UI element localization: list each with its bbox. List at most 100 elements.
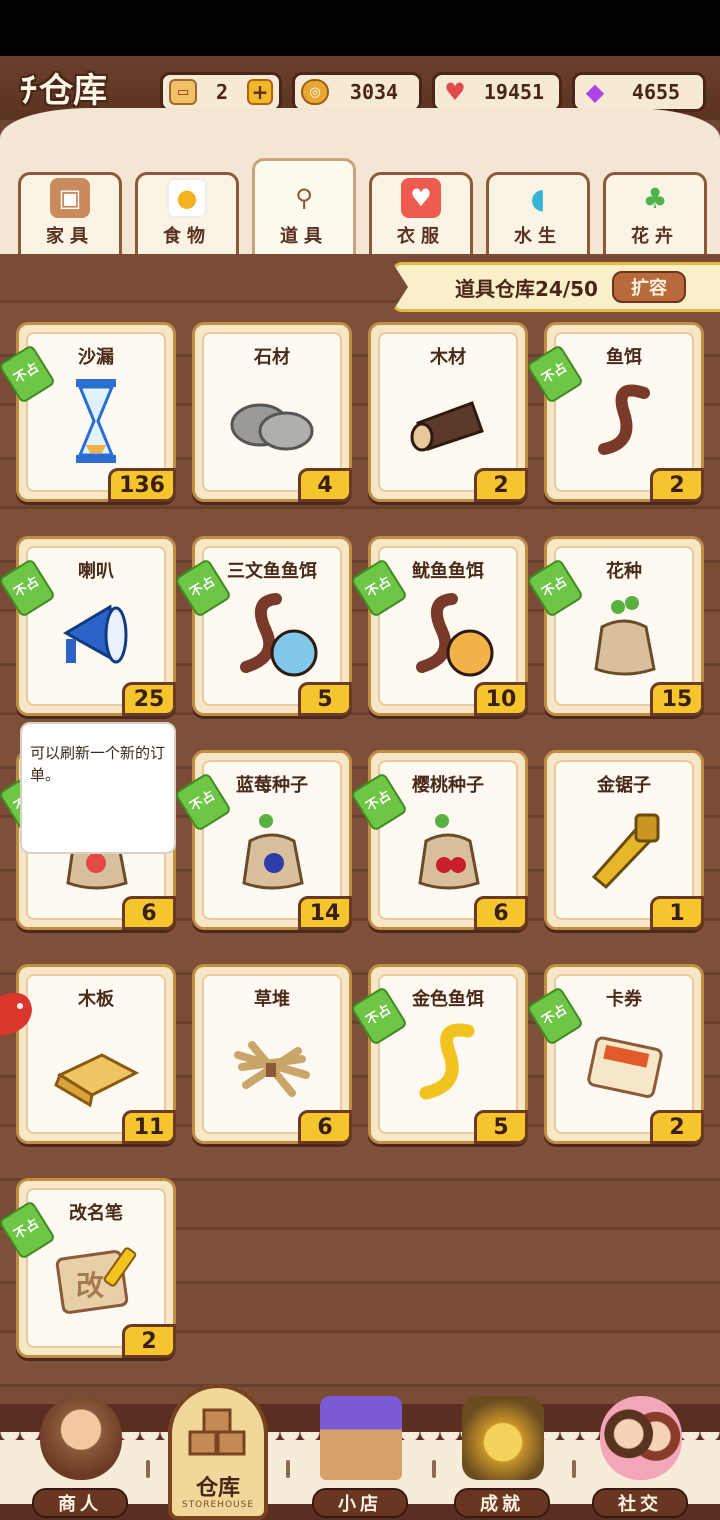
nav-storehouse[interactable]: 仓库 STOREHOUSE [168, 1384, 268, 1520]
item-card[interactable]: 石材 4 [192, 322, 352, 502]
plank-icon [19, 1015, 173, 1111]
tab-label: 道具 [280, 226, 328, 247]
nav-social[interactable]: 社交 [580, 1396, 700, 1520]
heart-counter: ♥ 19451 [432, 72, 562, 112]
nav-pin [146, 1460, 150, 1478]
nav-label: 成就 [454, 1488, 550, 1518]
item-card[interactable]: 鱿鱼鱼饵 10 不占 [349, 536, 528, 716]
item-tooltip: 可以刷新一个新的订单。 [20, 722, 176, 854]
item-count-badge: 14 [298, 896, 352, 930]
shirt-icon: ♥ [401, 178, 441, 218]
item-count-badge: 11 [122, 1110, 176, 1144]
social-icon [600, 1396, 682, 1480]
gem-count: 4655 [631, 80, 681, 104]
swirl-ornament-icon: ﾁ [20, 70, 37, 111]
item-count-badge: 5 [474, 1110, 528, 1144]
achievement-icon [462, 1396, 544, 1480]
tab-label: 食物 [163, 226, 211, 247]
item-card[interactable]: 花种 15 不占 [525, 536, 704, 716]
item-count-badge: 6 [298, 1110, 352, 1144]
item-name: 石材 [254, 347, 290, 368]
storage-capacity-bar: 道具仓库24/50 扩容 [392, 262, 720, 312]
item-count-badge: 136 [108, 468, 176, 502]
item-count-badge: 6 [122, 896, 176, 930]
nav-pin [432, 1460, 436, 1478]
expand-storage-button[interactable]: 扩容 [611, 271, 686, 303]
plant-icon: ♣ [642, 181, 668, 215]
tab-aquatic[interactable]: ◖ 水生 [486, 172, 590, 254]
item-name: 木板 [78, 989, 114, 1010]
item-count-badge: 5 [298, 682, 352, 716]
item-card[interactable]: 木板 11 [16, 964, 176, 1144]
nav-label: 小店 [312, 1488, 408, 1518]
item-card[interactable]: 金色鱼饵 5 不占 [349, 964, 528, 1144]
nav-shop[interactable]: 小店 [300, 1396, 420, 1520]
add-ticket-button[interactable]: + [247, 79, 273, 105]
status-bar [0, 0, 720, 56]
tab-label: 家具 [46, 226, 94, 247]
ticket-counter: ▭ 2 + [160, 72, 282, 112]
nav-sublabel: STOREHOUSE [181, 1500, 255, 1510]
egg-icon: ● [167, 178, 207, 218]
tab-furniture[interactable]: ▣ 家具 [18, 172, 122, 254]
gold-count: 3034 [349, 80, 399, 104]
crawfish-icon [0, 993, 32, 1036]
item-count-badge: 4 [298, 468, 352, 502]
item-count-badge: 2 [650, 1110, 704, 1144]
item-card[interactable]: 鱼饵 2 不占 [525, 322, 704, 502]
tab-flowers[interactable]: ♣ 花卉 [603, 172, 707, 254]
gem-counter: ◆ 4655 [572, 72, 706, 112]
log-icon [371, 373, 525, 469]
gold-counter: ◎ 3034 [292, 72, 422, 112]
nav-label: 商人 [32, 1488, 128, 1518]
item-card[interactable]: 木材 2 [368, 322, 528, 502]
tab-food[interactable]: ● 食物 [135, 172, 239, 254]
haystack-icon [195, 1015, 349, 1111]
gold-coin-icon: ◎ [301, 79, 329, 105]
item-card[interactable]: 草堆 6 [192, 964, 352, 1144]
storage-capacity-text: 道具仓库24/50 [455, 276, 598, 301]
item-name: 草堆 [254, 989, 290, 1010]
item-card[interactable]: 樱桃种子 6 不占 [349, 750, 528, 930]
nav-achievement[interactable]: 成就 [442, 1396, 562, 1520]
item-card[interactable]: 卡券 2 不占 [525, 964, 704, 1144]
tab-tools[interactable]: ⚲ 道具 [252, 158, 356, 254]
shovel-icon: ⚲ [295, 184, 313, 212]
shop-icon [320, 1396, 402, 1480]
item-count-badge: 2 [122, 1324, 176, 1358]
item-name: 木材 [430, 347, 466, 368]
item-count-badge: 2 [650, 468, 704, 502]
nav-pin [572, 1460, 576, 1478]
ticket-count: 2 [215, 80, 229, 104]
item-name: 金锯子 [597, 775, 651, 796]
item-card[interactable]: 三文鱼鱼饵 5 不占 [173, 536, 352, 716]
svg-text:改: 改 [76, 1269, 104, 1302]
tab-label: 花卉 [631, 226, 679, 247]
item-count-badge: 10 [474, 682, 528, 716]
nav-label: 仓库 [195, 1476, 240, 1501]
heart-icon: ♥ [444, 78, 466, 106]
tooltip-text: 可以刷新一个新的订单。 [30, 744, 166, 784]
stone-icon [195, 373, 349, 469]
page-title-text: 仓库 [39, 70, 107, 111]
tab-clothes[interactable]: ♥ 衣服 [369, 172, 473, 254]
furniture-icon: ▣ [50, 178, 90, 218]
item-card[interactable]: 改名笔改 2 不占 [0, 1178, 176, 1358]
fish-icon: ◖ [530, 181, 546, 215]
item-count-badge: 6 [474, 896, 528, 930]
item-card[interactable]: 喇叭 25 不占 [0, 536, 176, 716]
ticket-icon: ▭ [169, 79, 197, 105]
item-count-badge: 2 [474, 468, 528, 502]
tab-label: 衣服 [397, 226, 445, 247]
nav-pin [286, 1460, 290, 1478]
item-card[interactable]: 金锯子 1 [544, 750, 704, 930]
tab-label: 水生 [514, 226, 562, 247]
item-card[interactable]: 蓝莓种子 14 不占 [173, 750, 352, 930]
nav-label: 社交 [592, 1488, 688, 1518]
golden-saw-icon [547, 801, 701, 897]
heart-count: 19451 [483, 80, 545, 104]
nav-merchant[interactable]: 商人 [20, 1396, 140, 1520]
item-count-badge: 25 [122, 682, 176, 716]
item-card[interactable]: 沙漏 136 不占 [0, 322, 176, 502]
boxes-icon [188, 1408, 246, 1456]
